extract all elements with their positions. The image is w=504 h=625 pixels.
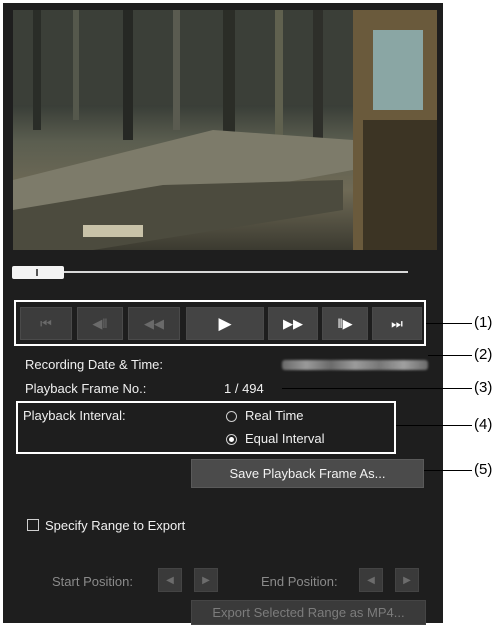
playback-frame-label: Playback Frame No.: <box>25 381 147 396</box>
callout-5: (5) <box>474 461 493 478</box>
callout-line-2 <box>428 355 472 356</box>
callout-4: (4) <box>474 416 493 433</box>
end-prev-button[interactable]: ◀ <box>359 568 383 592</box>
previous-frame-button[interactable]: ◀‖ <box>77 307 123 340</box>
recording-datetime-value <box>282 360 428 370</box>
rewind-button[interactable]: ◀◀ <box>128 307 180 340</box>
skip-to-start-icon: ⏮ <box>40 315 52 331</box>
specify-range-checkbox[interactable] <box>27 519 39 531</box>
export-mp4-button[interactable]: Export Selected Range as MP4... <box>191 600 426 625</box>
recording-datetime-label: Recording Date & Time: <box>25 357 164 372</box>
end-next-button[interactable]: ▶ <box>395 568 419 592</box>
first-frame-button[interactable]: ⏮ <box>20 307 72 340</box>
start-position-label: Start Position: <box>52 574 133 589</box>
fast-forward-icon: ▶▶ <box>283 315 303 331</box>
step-forward-icon: ‖▶ <box>337 315 353 331</box>
seek-thumb[interactable] <box>12 266 64 279</box>
real-time-radio[interactable] <box>226 411 237 422</box>
callout-line-5 <box>424 470 472 471</box>
callout-2: (2) <box>474 346 493 363</box>
callout-1: (1) <box>474 314 493 331</box>
playback-interval-label: Playback Interval: <box>23 408 126 423</box>
triangle-left-icon: ◀ <box>367 574 375 586</box>
callout-3: (3) <box>474 379 493 396</box>
equal-interval-radio[interactable] <box>226 434 237 445</box>
callout-line-4 <box>396 425 472 426</box>
play-icon: ▶ <box>218 313 232 333</box>
fast-forward-button[interactable]: ▶▶ <box>268 307 318 340</box>
triangle-left-icon: ◀ <box>166 574 174 586</box>
equal-interval-label[interactable]: Equal Interval <box>245 431 325 446</box>
callout-line-1 <box>426 323 472 324</box>
play-button[interactable]: ▶ <box>186 307 264 340</box>
start-prev-button[interactable]: ◀ <box>158 568 182 592</box>
step-back-icon: ◀‖ <box>92 315 108 331</box>
last-frame-button[interactable]: ⏭ <box>372 307 422 340</box>
next-frame-button[interactable]: ‖▶ <box>322 307 368 340</box>
skip-to-end-icon: ⏭ <box>391 315 403 331</box>
video-frame <box>13 10 437 250</box>
triangle-right-icon: ▶ <box>403 574 411 586</box>
save-playback-frame-button[interactable]: Save Playback Frame As... <box>191 459 424 488</box>
rewind-icon: ◀◀ <box>144 315 164 331</box>
playback-frame-value: 1 / 494 <box>224 381 264 396</box>
camera-image <box>13 10 437 250</box>
end-position-label: End Position: <box>261 574 338 589</box>
seek-track[interactable] <box>12 271 408 273</box>
callout-line-3 <box>282 388 472 389</box>
triangle-right-icon: ▶ <box>202 574 210 586</box>
specify-range-label[interactable]: Specify Range to Export <box>45 518 185 533</box>
real-time-label[interactable]: Real Time <box>245 408 304 423</box>
start-next-button[interactable]: ▶ <box>194 568 218 592</box>
